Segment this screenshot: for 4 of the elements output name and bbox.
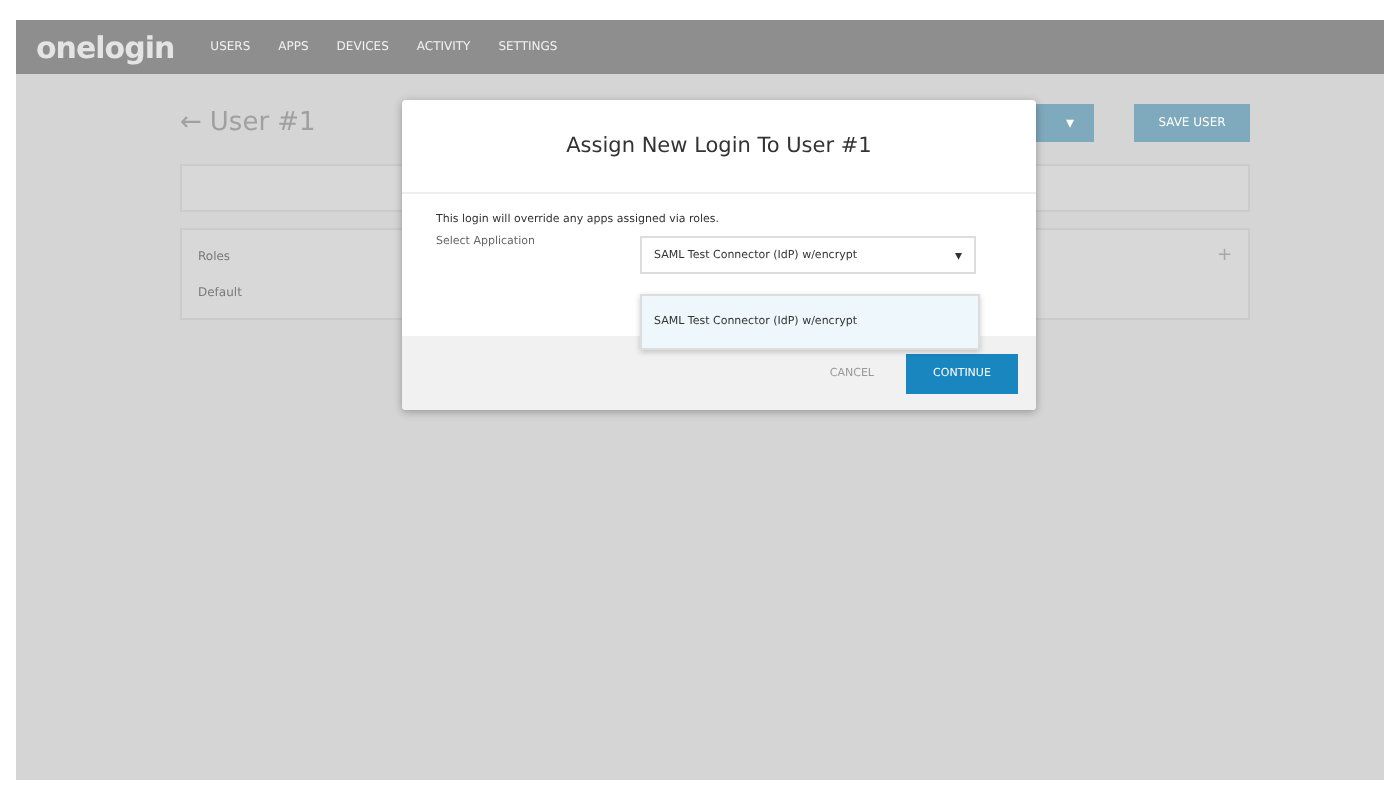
dialog-title: Assign New Login To User #1	[566, 134, 872, 158]
add-role-button[interactable]: +	[1216, 246, 1232, 266]
logo[interactable]: onelogin	[36, 29, 175, 65]
back-arrow[interactable]: ←	[180, 107, 202, 137]
